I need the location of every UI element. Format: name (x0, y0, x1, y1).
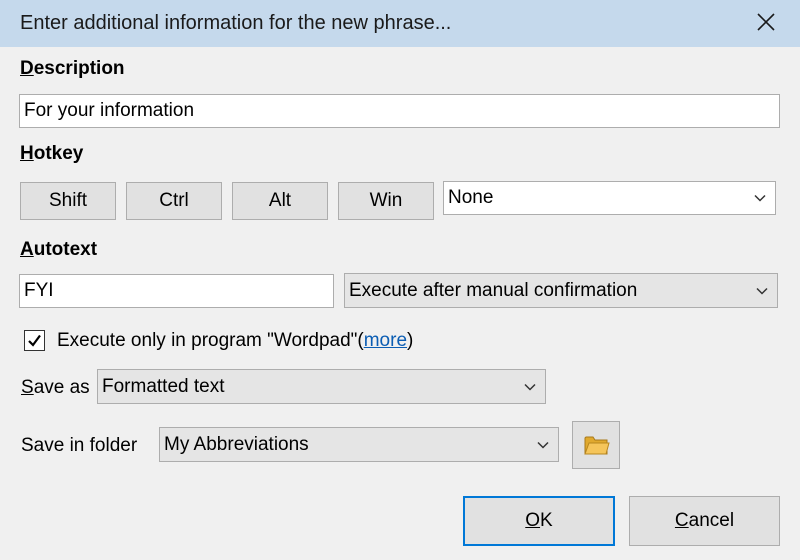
close-button[interactable] (746, 0, 786, 44)
shift-modifier-button[interactable]: Shift (20, 182, 116, 220)
save-as-label: Save as (21, 377, 90, 398)
title-bar: Enter additional information for the new… (0, 0, 800, 47)
description-input[interactable]: For your information (19, 94, 780, 128)
ctrl-modifier-button[interactable]: Ctrl (126, 182, 222, 220)
more-link[interactable]: more (364, 330, 407, 351)
description-value: For your information (24, 100, 195, 121)
program-restriction-label: Execute only in program "Wordpad"(more) (57, 330, 414, 351)
autotext-mode-value: Execute after manual confirmation (349, 279, 638, 301)
cancel-button[interactable]: Cancel (629, 496, 780, 546)
chevron-down-icon (524, 383, 536, 391)
checkmark-icon (28, 334, 41, 347)
browse-folder-button[interactable] (572, 421, 620, 469)
save-as-select[interactable]: Formatted text (97, 369, 546, 404)
program-restriction-checkbox[interactable] (24, 330, 45, 351)
save-in-folder-label: Save in folder (21, 435, 138, 456)
alt-modifier-button[interactable]: Alt (232, 182, 328, 220)
save-in-folder-value: My Abbreviations (164, 433, 309, 455)
chevron-down-icon (756, 287, 768, 295)
save-as-value: Formatted text (102, 375, 225, 397)
save-in-folder-select[interactable]: My Abbreviations (159, 427, 559, 462)
hotkey-key-value: None (448, 187, 494, 208)
win-modifier-button[interactable]: Win (338, 182, 434, 220)
chevron-down-icon (754, 194, 766, 202)
folder-icon (584, 436, 610, 455)
autotext-value: FYI (24, 280, 54, 301)
window-title: Enter additional information for the new… (20, 12, 452, 34)
autotext-label: Autotext (20, 239, 98, 260)
autotext-input[interactable]: FYI (19, 274, 334, 308)
ok-button[interactable]: OK (463, 496, 615, 546)
description-label: Description (20, 58, 125, 79)
hotkey-label: Hotkey (20, 143, 84, 164)
autotext-mode-select[interactable]: Execute after manual confirmation (344, 273, 778, 308)
chevron-down-icon (537, 441, 549, 449)
close-icon (757, 13, 775, 31)
hotkey-key-select[interactable]: None (443, 181, 776, 215)
